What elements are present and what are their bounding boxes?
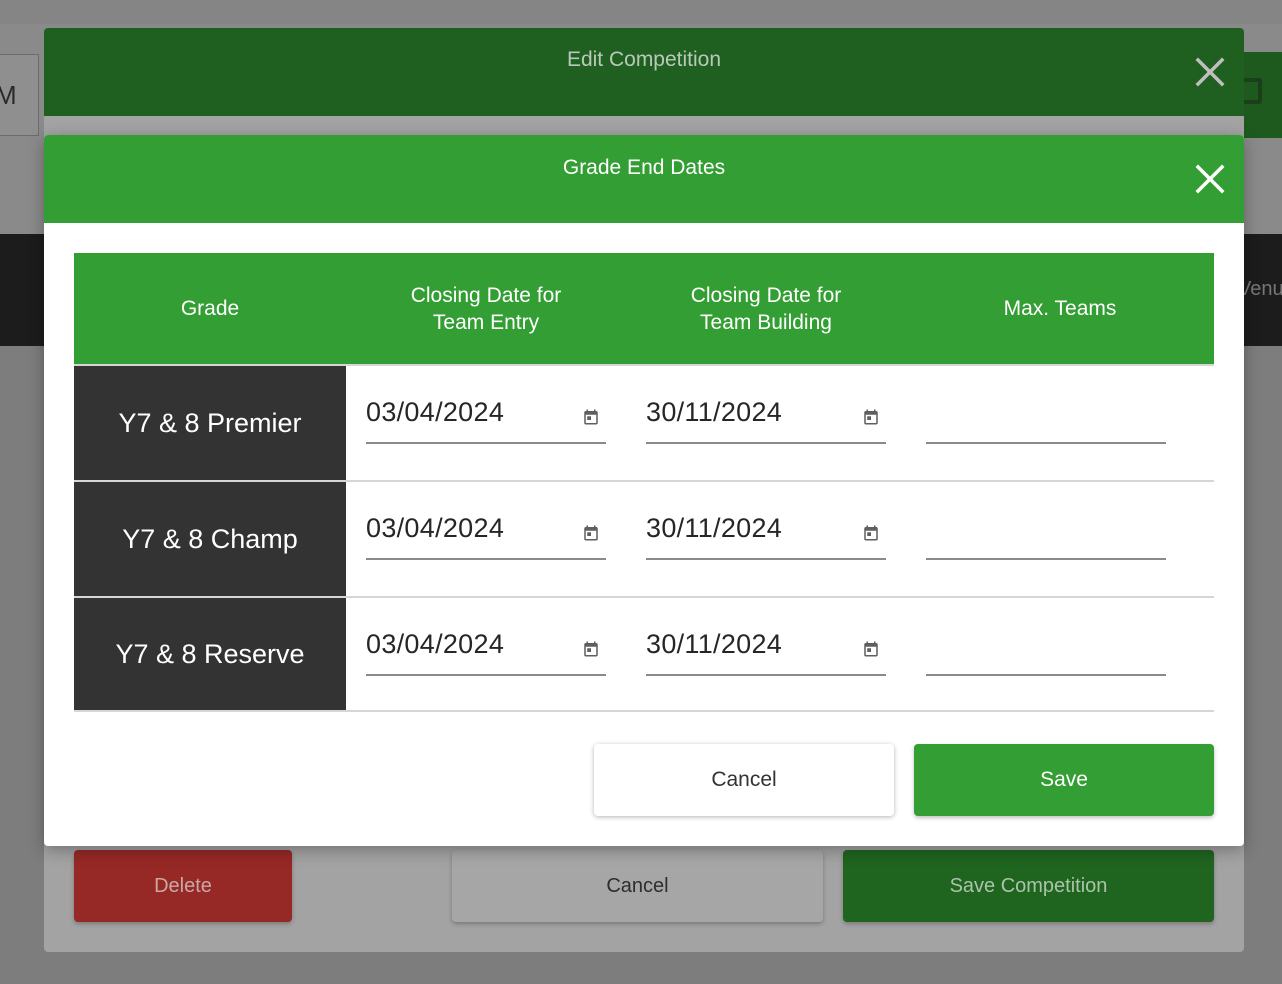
edit-competition-cancel-button: Cancel [452,850,823,922]
team-entry-date-input[interactable]: 03/04/2024 [366,628,606,676]
max-teams-cell [906,482,1214,596]
close-icon[interactable] [1194,163,1226,195]
calendar-icon[interactable] [582,640,600,658]
team-entry-date-value: 03/04/2024 [366,397,505,427]
cancel-button[interactable]: Cancel [594,744,894,816]
calendar-icon[interactable] [862,640,880,658]
max-teams-input[interactable] [926,512,1166,560]
table-row: Y7 & 8 Reserve 03/04/2024 30/11/2024 [74,596,1214,712]
calendar-icon[interactable] [582,408,600,426]
table-header-row: Grade Closing Date for Team Entry Closin… [74,253,1214,364]
team-building-cell: 30/11/2024 [626,598,906,710]
team-entry-date-input[interactable]: 03/04/2024 [366,512,606,560]
edit-competition-title: Edit Competition [566,48,722,71]
max-teams-input[interactable] [926,628,1166,676]
delete-button: Delete [74,850,292,922]
grade-end-dates-modal: Grade End Dates Grade Closing Date for T… [44,135,1244,846]
grade-end-dates-title: Grade End Dates [562,156,726,179]
team-building-date-value: 30/11/2024 [646,513,783,543]
team-building-date-value: 30/11/2024 [646,397,783,427]
grade-name: Y7 & 8 Champ [74,482,346,596]
team-entry-date-input[interactable]: 03/04/2024 [366,396,606,444]
calendar-icon[interactable] [862,524,880,542]
calendar-icon[interactable] [582,524,600,542]
save-competition-button: Save Competition [843,850,1214,922]
team-building-date-input[interactable]: 30/11/2024 [646,628,886,676]
max-teams-cell [906,598,1214,710]
team-building-date-value: 30/11/2024 [646,629,783,659]
team-building-cell: 30/11/2024 [626,482,906,596]
column-header-team-entry: Closing Date for Team Entry [410,283,562,334]
column-header-team-building: Closing Date for Team Building [690,283,842,334]
team-entry-cell: 03/04/2024 [346,598,626,710]
column-header-grade: Grade [180,297,240,320]
max-teams-cell [906,366,1214,480]
column-header-max-teams: Max. Teams [1003,297,1117,320]
team-entry-date-value: 03/04/2024 [366,513,505,543]
team-entry-cell: 03/04/2024 [346,366,626,480]
team-building-date-input[interactable]: 30/11/2024 [646,512,886,560]
team-building-date-input[interactable]: 30/11/2024 [646,396,886,444]
team-building-cell: 30/11/2024 [626,366,906,480]
save-button[interactable]: Save [914,744,1214,816]
table-row: Y7 & 8 Premier 03/04/2024 30/11/2024 [74,364,1214,480]
background-input-field: M [0,54,39,136]
table-row: Y7 & 8 Champ 03/04/2024 30/11/2024 [74,480,1214,596]
grade-name: Y7 & 8 Reserve [74,598,346,710]
max-teams-input[interactable] [926,396,1166,444]
team-entry-date-value: 03/04/2024 [366,629,505,659]
grade-dates-table: Grade Closing Date for Team Entry Closin… [74,253,1214,712]
calendar-icon[interactable] [862,408,880,426]
background-input-text: M [0,80,17,110]
grade-end-dates-header: Grade End Dates [44,135,1244,223]
close-icon [1195,57,1225,87]
app-top-bar [0,0,1282,24]
background-venue-header: Venu [1238,278,1282,300]
grade-name: Y7 & 8 Premier [74,366,346,480]
edit-competition-header: Edit Competition [44,28,1244,116]
team-entry-cell: 03/04/2024 [346,482,626,596]
